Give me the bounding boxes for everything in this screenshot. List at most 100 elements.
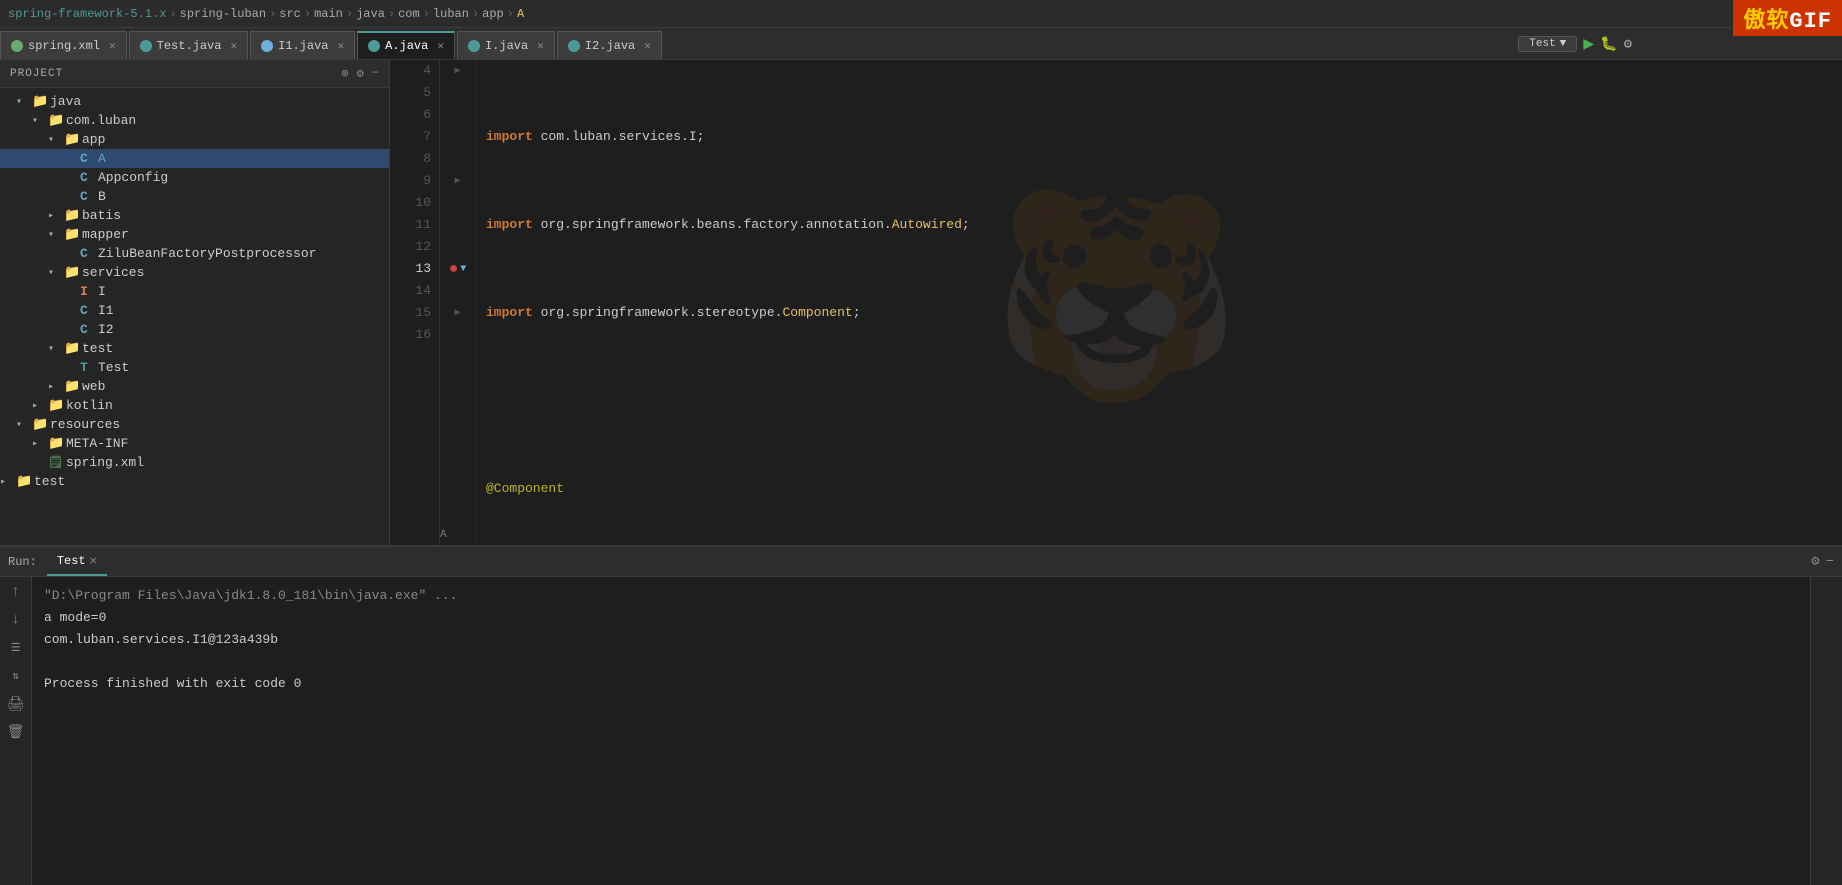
run-ctrl-menu[interactable]: ☰ <box>5 637 27 659</box>
console-line-4 <box>44 651 1798 673</box>
folder-icon-test-root: 📁 <box>16 474 34 489</box>
breadcrumb-luban[interactable]: spring-luban <box>180 7 266 21</box>
item-label-com-luban: com.luban <box>66 113 136 128</box>
sidebar-item-mapper[interactable]: ▾ 📁 mapper <box>0 225 389 244</box>
gutter-11 <box>440 214 475 236</box>
folder-icon-resources: 📁 <box>32 417 50 432</box>
tab-close-test-java[interactable]: ✕ <box>230 39 237 53</box>
bottom-minimize-icon[interactable]: − <box>1826 554 1834 570</box>
sidebar-add-icon[interactable]: ⊕ <box>341 66 348 81</box>
item-label-I: I <box>98 284 106 299</box>
breadcrumb-spring[interactable]: spring-framework-5.1.x <box>8 7 166 21</box>
sidebar-item-A[interactable]: ▸ C A <box>0 149 389 168</box>
sidebar-item-Test[interactable]: ▸ T Test <box>0 358 389 377</box>
bottom-tab-label-test: Test <box>57 554 86 568</box>
sidebar-tree: ▾ 📁 java ▾ 📁 com.luban ▾ 📁 app <box>0 88 389 545</box>
tab-close-a-java[interactable]: ✕ <box>437 39 444 53</box>
run-label: Run: <box>8 555 37 569</box>
gutter-16 <box>440 324 475 346</box>
sidebar-item-app[interactable]: ▾ 📁 app <box>0 130 389 149</box>
console-output[interactable]: "D:\Program Files\Java\jdk1.8.0_181\bin\… <box>32 577 1810 885</box>
item-label-web: web <box>82 379 105 394</box>
code-line-4: import com.luban.services.I; <box>486 126 1832 148</box>
coverage-button[interactable]: ⚙ <box>1624 36 1632 53</box>
tab-close-spring-xml[interactable]: ✕ <box>109 39 116 53</box>
sidebar-item-services[interactable]: ▾ 📁 services <box>0 263 389 282</box>
bottom-panel-right-controls: ⚙ − <box>1811 553 1834 570</box>
main-area: Project ⊕ ⚙ − ▾ 📁 java ▾ 📁 com.luban <box>0 60 1842 545</box>
arrow-resources: ▾ <box>16 419 32 431</box>
arrow-web: ▸ <box>48 381 64 393</box>
item-label-B: B <box>98 189 106 204</box>
tab-icon-i-java <box>468 40 480 52</box>
run-ctrl-print[interactable]: 🖨 <box>5 693 27 715</box>
breadcrumb-app[interactable]: app <box>482 7 504 21</box>
code-line-8: @Component <box>486 478 1832 500</box>
run-controls: ↑ ↓ ☰ ⇅ 🖨 🗑 <box>0 577 32 885</box>
sidebar-item-I1[interactable]: ▸ C I1 <box>0 301 389 320</box>
run-config-select[interactable]: Test ▼ <box>1518 36 1577 52</box>
code-container[interactable]: 🐯 4 5 6 7 8 9 10 11 12 13 14 15 16 ▶ <box>390 60 1842 545</box>
breadcrumb-java[interactable]: java <box>356 7 385 21</box>
sidebar-item-test[interactable]: ▾ 📁 test <box>0 339 389 358</box>
tab-test-java[interactable]: Test.java ✕ <box>129 31 248 59</box>
run-ctrl-sort[interactable]: ⇅ <box>5 665 27 687</box>
breadcrumb-com[interactable]: com <box>398 7 420 21</box>
run-ctrl-trash[interactable]: 🗑 <box>5 721 27 743</box>
gutter-14 <box>440 280 475 302</box>
code-content[interactable]: import com.luban.services.I; import org.… <box>476 60 1842 545</box>
sidebar-item-zilu[interactable]: ▸ C ZiluBeanFactoryPostprocessor <box>0 244 389 263</box>
sidebar-item-spring-xml[interactable]: ▸ 🗒 spring.xml <box>0 453 389 472</box>
breadcrumb-main[interactable]: main <box>314 7 343 21</box>
tab-close-i1-java[interactable]: ✕ <box>338 39 345 53</box>
item-label-Test: Test <box>98 360 129 375</box>
item-label-mapper: mapper <box>82 227 129 242</box>
code-line-6: import org.springframework.stereotype.Co… <box>486 302 1832 324</box>
sidebar-minimize-icon[interactable]: − <box>372 66 379 81</box>
code-line-7 <box>486 390 1832 412</box>
sidebar-item-test-root[interactable]: ▸ 📁 test <box>0 472 389 491</box>
tab-spring-xml[interactable]: spring.xml ✕ <box>0 31 127 59</box>
run-button[interactable]: ▶ <box>1583 33 1594 55</box>
gutter-6 <box>440 104 475 126</box>
tab-i-java[interactable]: I.java ✕ <box>457 31 555 59</box>
folder-icon-mapper: 📁 <box>64 227 82 242</box>
bottom-tab-test[interactable]: Test ✕ <box>47 547 107 576</box>
gutter: ▶ ▶ ● ▼ ▶ <box>440 60 476 545</box>
sidebar-item-web[interactable]: ▸ 📁 web <box>0 377 389 396</box>
sidebar-item-I[interactable]: ▸ I I <box>0 282 389 301</box>
sidebar-item-com-luban[interactable]: ▾ 📁 com.luban <box>0 111 389 130</box>
sidebar-item-META-INF[interactable]: ▸ 📁 META-INF <box>0 434 389 453</box>
sidebar-item-batis[interactable]: ▸ 📁 batis <box>0 206 389 225</box>
breadcrumb-a[interactable]: A <box>517 7 524 21</box>
folder-icon-meta-inf: 📁 <box>48 436 66 451</box>
sidebar-item-appconfig[interactable]: ▸ C Appconfig <box>0 168 389 187</box>
tab-close-i2-java[interactable]: ✕ <box>644 39 651 53</box>
item-label-A: A <box>98 151 106 166</box>
scroll-down-btn[interactable]: ↓ <box>5 609 27 631</box>
sidebar-item-B[interactable]: ▸ C B <box>0 187 389 206</box>
tab-i2-java[interactable]: I2.java ✕ <box>557 31 662 59</box>
breakpoint-13[interactable]: ● <box>449 260 459 278</box>
arrow-java: ▾ <box>16 96 32 108</box>
sidebar-item-java[interactable]: ▾ 📁 java <box>0 92 389 111</box>
tab-a-java[interactable]: A.java ✕ <box>357 31 455 59</box>
debug-button[interactable]: 🐛 <box>1600 36 1617 53</box>
tab-i1-java[interactable]: I1.java ✕ <box>250 31 355 59</box>
bottom-settings-icon[interactable]: ⚙ <box>1811 553 1819 570</box>
item-label-app: app <box>82 132 105 147</box>
tab-label-spring-xml: spring.xml <box>28 39 100 53</box>
sidebar-item-resources[interactable]: ▾ 📁 resources <box>0 415 389 434</box>
breadcrumb-luban2[interactable]: luban <box>433 7 469 21</box>
sidebar-item-I2[interactable]: ▸ C I2 <box>0 320 389 339</box>
breadcrumb-src[interactable]: src <box>279 7 301 21</box>
tab-close-i-java[interactable]: ✕ <box>537 39 544 53</box>
bottom-tab-close-test[interactable]: ✕ <box>90 553 97 568</box>
scroll-up-btn[interactable]: ↑ <box>5 581 27 603</box>
sidebar-item-kotlin[interactable]: ▸ 📁 kotlin <box>0 396 389 415</box>
tab-label-a-java: A.java <box>385 39 428 53</box>
sidebar-settings-icon[interactable]: ⚙ <box>357 66 364 81</box>
arrow-batis: ▸ <box>48 210 64 222</box>
arrow-services: ▾ <box>48 267 64 279</box>
item-label-batis: batis <box>82 208 121 223</box>
